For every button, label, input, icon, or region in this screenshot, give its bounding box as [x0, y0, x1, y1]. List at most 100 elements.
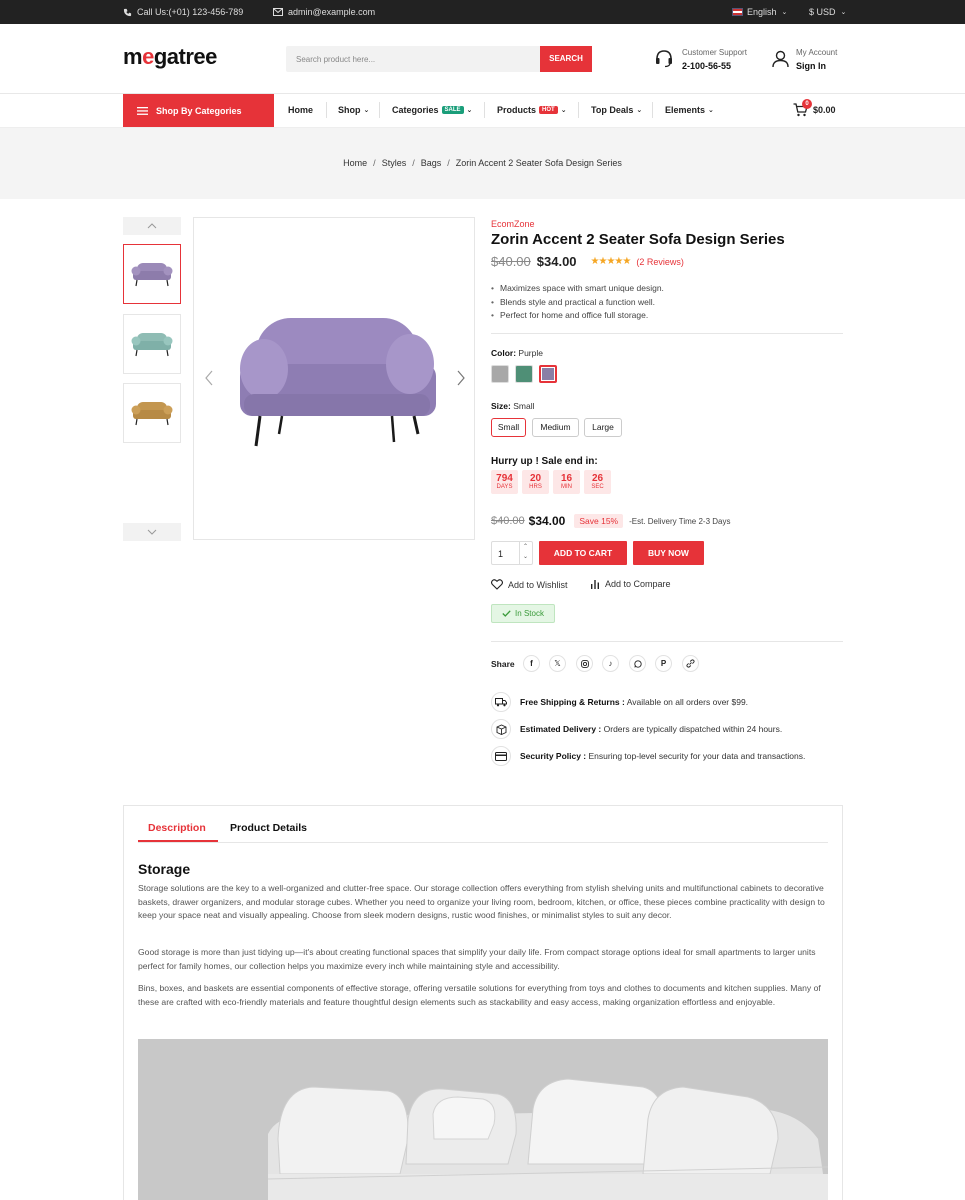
rating-stars: ★★★★★ — [590, 256, 632, 267]
language-selector[interactable]: English ⌄ — [732, 7, 787, 17]
breadcrumb-bags[interactable]: Bags — [421, 158, 442, 168]
sale-tag: SALE — [441, 106, 464, 114]
currency-selector[interactable]: $ USD ⌄ — [809, 7, 846, 17]
nav-products[interactable]: Products HOT ⌄ — [497, 105, 567, 115]
pinterest-icon[interactable]: P — [655, 655, 672, 672]
size-small-button[interactable]: Small — [491, 418, 526, 437]
support-label: Customer Support — [682, 48, 747, 57]
price-row: $40.00 $34.00 ★★★★★ (2 Reviews) — [491, 254, 684, 269]
quantity-value[interactable]: 1 — [498, 549, 503, 559]
old-price: $40.00 — [491, 515, 525, 527]
hurry-label: Hurry up ! Sale end in: — [491, 456, 598, 467]
countdown-value: 16 — [560, 473, 573, 484]
facebook-icon[interactable]: f — [523, 655, 540, 672]
countdown-value: 26 — [591, 473, 604, 484]
nav-categories[interactable]: Categories SALE ⌄ — [392, 105, 472, 115]
nav-top-deals[interactable]: Top Deals ⌄ — [591, 105, 642, 115]
whatsapp-icon[interactable] — [629, 655, 646, 672]
divider — [491, 333, 843, 334]
compare-icon — [591, 580, 599, 589]
thumbnail-teal[interactable] — [123, 314, 181, 374]
next-image-arrow-icon[interactable] — [456, 370, 466, 386]
site-logo[interactable]: megatree — [123, 44, 217, 70]
cart-total: $0.00 — [813, 105, 836, 115]
thumbnail-brown[interactable] — [123, 383, 181, 443]
sign-in-link[interactable]: Sign In — [796, 61, 826, 71]
quantity-stepper[interactable]: 1 ⌃ ⌄ — [491, 541, 533, 565]
wishlist-label: Add to Wishlist — [508, 579, 568, 590]
color-swatch-gray[interactable] — [491, 365, 509, 383]
add-to-wishlist-link[interactable]: Add to Wishlist — [491, 579, 568, 590]
nav-categories-label: Categories — [392, 105, 439, 115]
decrement-icon[interactable]: ⌄ — [523, 553, 528, 560]
description-paragraph: Storage solutions are the key to a well-… — [138, 883, 825, 920]
search-button[interactable]: SEARCH — [540, 46, 592, 72]
storage-lifestyle-image — [138, 1039, 828, 1200]
size-large-button[interactable]: Large — [584, 418, 622, 437]
breadcrumb-styles[interactable]: Styles — [382, 158, 407, 168]
old-price: $40.00 — [491, 254, 531, 269]
feature-security: Security Policy : Ensuring top-level sec… — [491, 746, 805, 766]
color-value: Purple — [518, 348, 543, 358]
countdown-minutes: 16 MIN — [553, 470, 580, 494]
nav-products-label: Products — [497, 105, 537, 115]
feature-title: Free Shipping & Returns : — [520, 697, 625, 707]
countdown-unit: DAYS — [496, 484, 513, 490]
chevron-down-icon: ⌄ — [636, 107, 643, 114]
instagram-icon[interactable] — [576, 655, 593, 672]
nav-home[interactable]: Home — [288, 105, 313, 115]
feature-delivery: Estimated Delivery : Orders are typicall… — [491, 719, 782, 739]
countdown-seconds: 26 SEC — [584, 470, 611, 494]
buy-now-button[interactable]: BUY NOW — [633, 541, 704, 565]
countdown-days: 794 DAYS — [491, 470, 518, 494]
nav-elements[interactable]: Elements ⌄ — [665, 105, 714, 115]
main-product-image[interactable] — [193, 217, 475, 540]
countdown-value: 794 — [496, 473, 513, 484]
increment-icon[interactable]: ⌃ — [523, 543, 528, 550]
tab-product-details[interactable]: Product Details — [230, 822, 307, 834]
size-value: Small — [513, 401, 535, 411]
countdown-unit: HRS — [529, 484, 542, 490]
check-icon — [502, 610, 511, 617]
feature-text: Ensuring top-level security for your dat… — [588, 751, 806, 761]
nav-shop[interactable]: Shop ⌄ — [338, 105, 369, 115]
delivery-note: -Est. Delivery Time 2-3 Days — [629, 516, 731, 526]
breadcrumb-home[interactable]: Home — [343, 158, 367, 168]
link-icon[interactable] — [682, 655, 699, 672]
stock-status-text: In Stock — [515, 609, 544, 618]
headset-icon — [656, 50, 672, 68]
color-swatch-purple[interactable] — [539, 365, 557, 383]
product-brand[interactable]: EcomZone — [491, 219, 535, 229]
cart-button[interactable]: 0 $0.00 — [793, 99, 836, 117]
product-title: Zorin Accent 2 Seater Sofa Design Series — [491, 231, 785, 248]
heart-icon — [491, 579, 503, 590]
nav-home-label: Home — [288, 105, 314, 115]
thumbs-down-button[interactable] — [123, 523, 181, 541]
save-badge: Save 15% — [574, 514, 624, 528]
product-tabs-panel: Description Product Details Storage Stor… — [123, 805, 843, 1200]
chevron-up-icon — [147, 223, 157, 229]
chevron-down-icon: ⌄ — [466, 107, 473, 114]
color-swatch-green[interactable] — [515, 365, 533, 383]
thumbnail-purple[interactable] — [123, 244, 181, 304]
email-info[interactable]: admin@example.com — [273, 7, 375, 17]
chevron-down-icon: ⌄ — [708, 107, 714, 114]
size-medium-button[interactable]: Medium — [532, 418, 579, 437]
prev-image-arrow-icon[interactable] — [204, 370, 214, 386]
phone-icon — [123, 8, 132, 16]
tab-description[interactable]: Description — [148, 822, 206, 834]
reviews-link[interactable]: (2 Reviews) — [636, 257, 684, 267]
thumbs-up-button[interactable] — [123, 217, 181, 235]
breadcrumb-separator: / — [447, 158, 450, 168]
breadcrumb-separator: / — [373, 158, 376, 168]
breadcrumb: Home / Styles / Bags / Zorin Accent 2 Seater S… — [0, 158, 965, 168]
tabs-divider — [138, 842, 828, 843]
shop-by-categories-button[interactable]: Shop By Categories — [123, 94, 274, 127]
tiktok-icon[interactable]: ♪ — [602, 655, 619, 672]
x-icon[interactable]: 𝕏 — [549, 655, 566, 672]
search-input[interactable]: Search product here... — [296, 55, 375, 64]
feature-title: Estimated Delivery : — [520, 724, 602, 734]
add-to-cart-button[interactable]: ADD TO CART — [539, 541, 627, 565]
active-tab-indicator — [138, 840, 218, 842]
add-to-compare-link[interactable]: Add to Compare — [590, 579, 671, 589]
